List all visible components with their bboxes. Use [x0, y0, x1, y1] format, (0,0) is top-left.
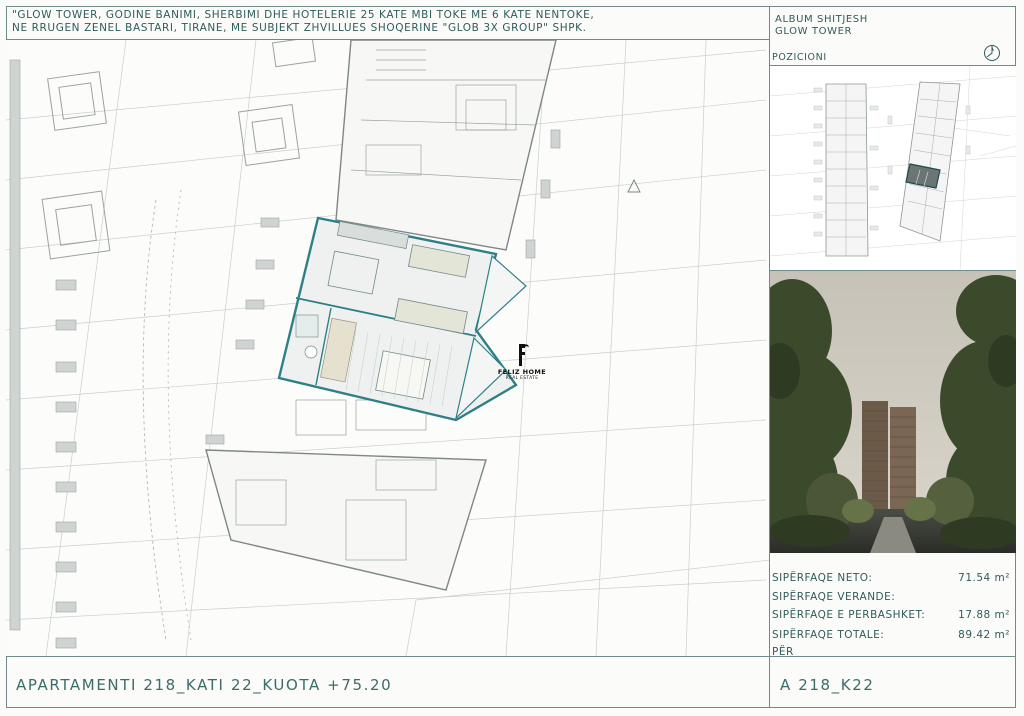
area-row-neto: SIPËRFAQE NETO: 71.54 m²	[772, 572, 1010, 588]
building-render-image	[770, 271, 1016, 553]
album-info: ALBUM SHITJESH GLOW TOWER POZICIONI	[770, 6, 1016, 66]
building-render	[770, 271, 1016, 553]
area-neto-label: SIPËRFAQE NETO:	[772, 572, 873, 584]
drawing-sheet: "GLOW TOWER, GODINE BANIMI, SHERBIMI DHE…	[0, 0, 1024, 716]
logo-name: FELIZ HOME	[497, 368, 547, 376]
album-title: ALBUM SHITJESH	[775, 14, 868, 25]
area-summary: SIPËRFAQE NETO: 71.54 m² SIPËRFAQE VERAN…	[770, 562, 1016, 658]
highlighted-apartment	[277, 216, 527, 422]
project-header-line-1: "GLOW TOWER, GODINE BANIMI, SHERBIMI DHE…	[12, 9, 595, 21]
key-plan-drawing	[770, 66, 1016, 270]
area-row-totale: SIPËRFAQE TOTALE: 89.42 m²	[772, 629, 1010, 645]
project-header-line-2: NE RRUGEN ZENEL BASTARI, TIRANE, ME SUBJ…	[12, 22, 587, 34]
side-panel: ALBUM SHITJESH GLOW TOWER POZICIONI SIPË…	[770, 6, 1016, 658]
position-label: POZICIONI	[772, 52, 827, 63]
area-neto-value: 71.54 m²	[958, 572, 1010, 584]
area-perbashket-label: SIPËRFAQE E PERBASHKET:	[772, 609, 926, 621]
area-totale-value: 89.42 m²	[958, 629, 1010, 641]
logo-tagline: REAL ESTATE	[505, 376, 539, 381]
area-row-verande: SIPËRFAQE VERANDE:	[772, 591, 1010, 607]
key-plan	[770, 66, 1016, 271]
feliz-home-logo: FELIZ HOME REAL ESTATE	[492, 342, 552, 388]
footer-code-block: A 218_K22	[770, 656, 1016, 708]
floor-plan-drawing	[6, 40, 769, 656]
north-arrow-icon	[984, 45, 1000, 61]
apartment-code: A 218_K22	[780, 676, 875, 694]
apartment-title: APARTAMENTI 218_KATI 22_KUOTA +75.20	[16, 676, 393, 694]
area-perbashket-value: 17.88 m²	[958, 609, 1010, 621]
project-header: "GLOW TOWER, GODINE BANIMI, SHERBIMI DHE…	[6, 6, 770, 40]
area-totale-label: SIPËRFAQE TOTALE:	[772, 629, 885, 641]
area-row-perbashket: SIPËRFAQE E PERBASHKET: 17.88 m²	[772, 609, 1010, 625]
album-subtitle: GLOW TOWER	[775, 26, 853, 37]
floor-plan: FELIZ HOME REAL ESTATE	[6, 40, 770, 656]
area-verande-label: SIPËRFAQE VERANDE:	[772, 591, 896, 603]
footer-title-block: APARTAMENTI 218_KATI 22_KUOTA +75.20	[6, 656, 770, 708]
logo-mark-icon	[519, 344, 529, 366]
